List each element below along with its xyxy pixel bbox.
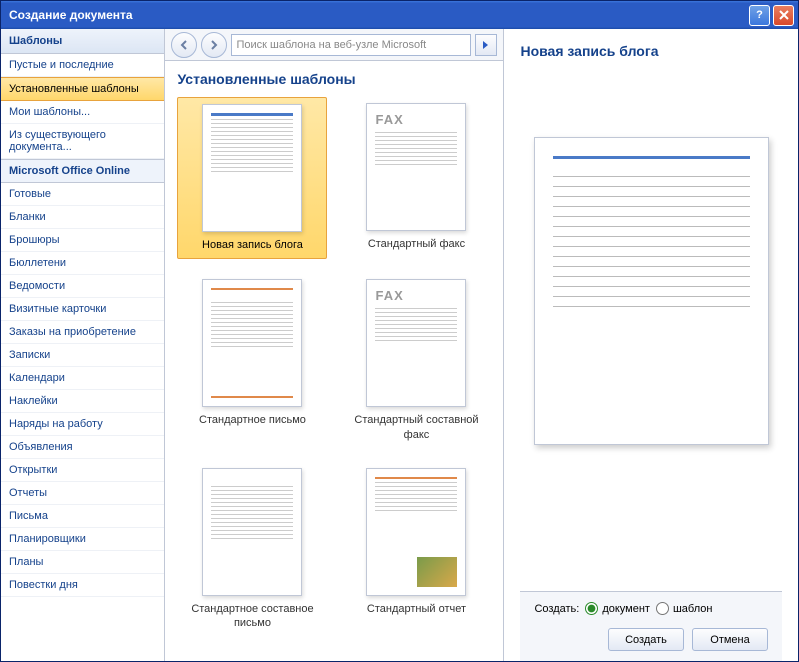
template-item[interactable]: Стандартный отчет <box>341 462 491 637</box>
sidebar-item[interactable]: Планы <box>1 551 164 574</box>
template-label: Стандартное письмо <box>199 413 306 427</box>
template-label: Стандартное составное письмо <box>183 602 321 631</box>
template-thumb: FAX <box>366 279 466 407</box>
sidebar-item[interactable]: Отчеты <box>1 482 164 505</box>
template-label: Стандартный отчет <box>367 602 466 616</box>
sidebar-item[interactable]: Бюллетени <box>1 252 164 275</box>
template-label: Стандартный факс <box>368 237 465 251</box>
radio-template[interactable]: шаблон <box>656 602 712 615</box>
radio-document[interactable]: документ <box>585 602 650 615</box>
template-item[interactable]: Стандартное составное письмо <box>177 462 327 637</box>
toolbar: Поиск шаблона на веб-узле Microsoft <box>165 29 503 61</box>
sidebar-item[interactable]: Бланки <box>1 206 164 229</box>
help-icon: ? <box>756 9 763 21</box>
template-item[interactable]: Стандартное письмо <box>177 273 327 448</box>
arrow-left-icon <box>178 39 190 51</box>
sidebar-item[interactable]: Объявления <box>1 436 164 459</box>
sidebar[interactable]: Шаблоны Пустые и последниеУстановленные … <box>1 29 165 661</box>
nav-forward-button[interactable] <box>201 32 227 58</box>
new-document-dialog: Создание документа ? Шаблоны Пустые и по… <box>0 0 799 662</box>
template-item[interactable]: FAX Стандартный факс <box>341 97 491 259</box>
dialog-body: Шаблоны Пустые и последниеУстановленные … <box>1 29 798 661</box>
close-button[interactable] <box>773 5 794 26</box>
sidebar-item[interactable]: Наряды на работу <box>1 413 164 436</box>
template-thumb <box>202 104 302 232</box>
create-type-row: Создать: документ шаблон <box>534 602 768 615</box>
create-label: Создать: <box>534 603 579 615</box>
button-row: Создать Отмена <box>534 628 768 651</box>
sidebar-item[interactable]: Открытки <box>1 459 164 482</box>
help-button[interactable]: ? <box>749 5 770 26</box>
sidebar-item[interactable]: Планировщики <box>1 528 164 551</box>
sidebar-item[interactable]: Повестки дня <box>1 574 164 597</box>
search-placeholder: Поиск шаблона на веб-узле Microsoft <box>236 39 426 51</box>
sidebar-item[interactable]: Пустые и последние <box>1 54 164 77</box>
template-grid: Новая запись блога FAX Стандартный факс Ста… <box>165 97 503 661</box>
search-input[interactable]: Поиск шаблона на веб-узле Microsoft <box>231 34 471 56</box>
sidebar-item[interactable]: Календари <box>1 367 164 390</box>
template-thumb <box>202 468 302 596</box>
template-thumb <box>202 279 302 407</box>
sidebar-section-online: Microsoft Office Online <box>1 159 164 183</box>
template-item[interactable]: FAX Стандартный составной факс <box>341 273 491 448</box>
preview-image <box>534 137 769 445</box>
sidebar-item[interactable]: Из существующего документа... <box>1 124 164 159</box>
center-panel: Поиск шаблона на веб-узле Microsoft Уста… <box>165 29 504 661</box>
sidebar-item[interactable]: Письма <box>1 505 164 528</box>
titlebar: Создание документа ? <box>1 1 798 29</box>
arrow-right-icon <box>208 39 220 51</box>
sidebar-item[interactable]: Визитные карточки <box>1 298 164 321</box>
create-button[interactable]: Создать <box>608 628 684 651</box>
template-thumb: FAX <box>366 103 466 231</box>
sidebar-item[interactable]: Ведомости <box>1 275 164 298</box>
footer: Создать: документ шаблон Создать Отмена <box>520 591 782 661</box>
sidebar-item[interactable]: Брошюры <box>1 229 164 252</box>
content-header: Установленные шаблоны <box>165 61 503 97</box>
preview-panel: Новая запись блога Создать: документ шаб… <box>504 29 798 661</box>
sidebar-header: Шаблоны <box>1 29 164 54</box>
arrow-go-icon <box>480 39 492 51</box>
preview-title: Новая запись блога <box>520 43 782 59</box>
sidebar-item[interactable]: Установленные шаблоны <box>1 77 164 101</box>
template-thumb <box>366 468 466 596</box>
search-go-button[interactable] <box>475 34 497 56</box>
sidebar-item[interactable]: Заказы на приобретение <box>1 321 164 344</box>
template-label: Новая запись блога <box>202 238 303 252</box>
cancel-button[interactable]: Отмена <box>692 628 768 651</box>
sidebar-item[interactable]: Записки <box>1 344 164 367</box>
sidebar-item[interactable]: Готовые <box>1 183 164 206</box>
template-label: Стандартный составной факс <box>347 413 485 442</box>
sidebar-item[interactable]: Наклейки <box>1 390 164 413</box>
window-title: Создание документа <box>5 8 749 22</box>
close-icon <box>779 10 789 20</box>
template-item[interactable]: Новая запись блога <box>177 97 327 259</box>
nav-back-button[interactable] <box>171 32 197 58</box>
titlebar-buttons: ? <box>749 5 794 26</box>
sidebar-item[interactable]: Мои шаблоны... <box>1 101 164 124</box>
